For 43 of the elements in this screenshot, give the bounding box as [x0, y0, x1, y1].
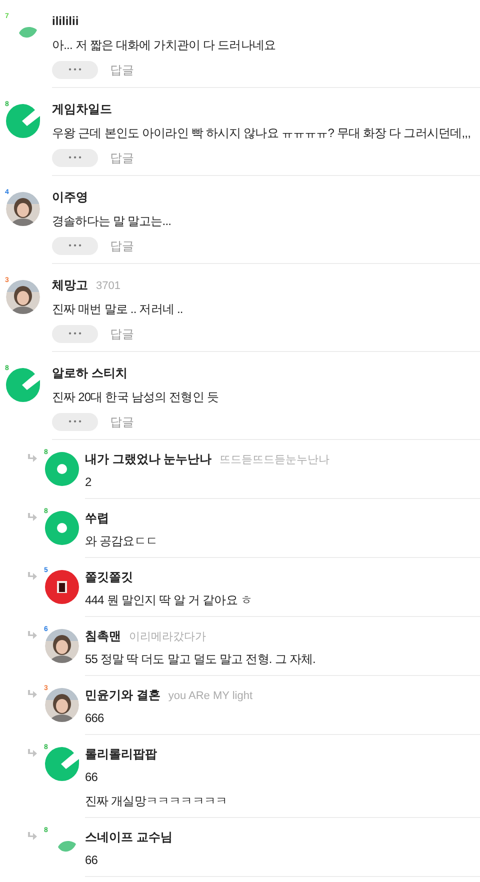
comment-text: 와 공감요ㄷㄷ: [85, 533, 159, 550]
more-button[interactable]: • • •: [52, 325, 98, 343]
comment-text: 우왕 근데 본인도 아이라인 빡 하시지 않나요 ㅠㅠㅠㅠ? 무대 화장 다 그러시던데,,,: [52, 125, 472, 142]
user-nickname: 이리메라갔다가: [129, 630, 206, 645]
reply-arrow-icon: [27, 513, 37, 522]
user-name[interactable]: 체망고: [52, 276, 88, 294]
comment-text: 66: [85, 852, 99, 869]
comment-text: 경솔하다는 말 말고는...: [52, 213, 172, 230]
user-name[interactable]: 쫄깃쫄깃: [85, 568, 133, 586]
comment-text: 아... 저 짧은 대화에 가치관이 다 드러나네요: [52, 37, 277, 54]
user-name[interactable]: 이주영: [52, 188, 88, 206]
user-name[interactable]: 민윤기와 결혼: [85, 686, 160, 704]
user-name[interactable]: 롤리롤리팝팝: [85, 745, 157, 763]
user-name[interactable]: 내가 그랬었나 눈누난나: [85, 450, 212, 468]
leaf-icon: [18, 26, 38, 40]
user-name[interactable]: 쑤렵: [85, 509, 109, 527]
user-nickname: 뜨드듣뜨드듣눈누난나: [220, 453, 330, 468]
comment-text: 666: [85, 710, 105, 727]
comment-text: 진짜 매번 말로 .. 저러네 ..: [52, 301, 184, 318]
reply-arrow-icon: [27, 832, 37, 841]
user-name[interactable]: 알로하 스티치: [52, 364, 128, 382]
reply-arrow-icon: [27, 454, 37, 463]
comment-text: 2: [85, 474, 92, 491]
user-name[interactable]: 스네이프 교수님: [85, 828, 172, 846]
comment-text: 진짜 개실망ㅋㅋㅋㅋㅋㅋㅋ: [85, 793, 228, 810]
reply-arrow-icon: [27, 631, 37, 640]
more-button[interactable]: • • •: [52, 61, 98, 79]
more-button[interactable]: • • •: [52, 149, 98, 167]
more-button[interactable]: • • •: [52, 237, 98, 255]
reply-arrow-icon: [27, 749, 37, 758]
user-name[interactable]: 침촉맨: [85, 627, 121, 645]
user-nickname: 3701: [96, 279, 120, 294]
comment-text: 66: [85, 769, 99, 786]
user-name[interactable]: 게임차일드: [52, 100, 112, 118]
comment-text: 진짜 20대 한국 남성의 전형인 듯: [52, 389, 220, 406]
comment-text: 55 정말 딱 더도 말고 덜도 말고 전형. 그 자체.: [85, 651, 316, 668]
leaf-icon: [57, 840, 77, 854]
reply-arrow-icon: [27, 572, 37, 581]
comment-text: 444 뭔 말인지 딱 알 거 같아요 ㅎ: [85, 592, 253, 609]
reply-arrow-icon: [27, 690, 37, 699]
more-button[interactable]: • • •: [52, 413, 98, 431]
user-name[interactable]: ilililii: [52, 12, 79, 30]
user-nickname: you ARe MY light: [168, 689, 253, 704]
